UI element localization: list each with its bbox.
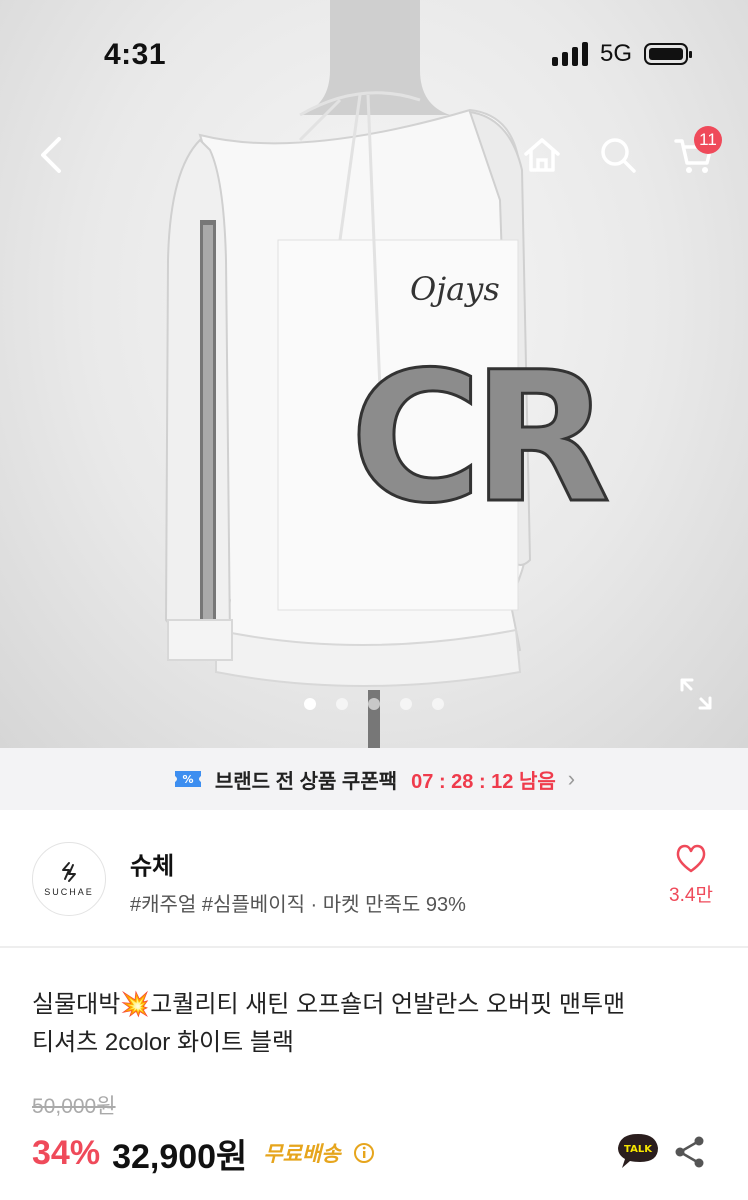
status-indicators: 5G — [551, 40, 692, 68]
discount-rate: 34% — [32, 1133, 101, 1172]
product-title: 실물대박💥고퀄리티 새틴 오프숄더 언발란스 오버핏 맨투맨 티셔츠 2colo… — [32, 986, 722, 1062]
heart-icon — [676, 844, 706, 873]
kakao-talk-icon[interactable]: TALK — [616, 1132, 660, 1172]
gallery-dot[interactable] — [368, 698, 380, 710]
price-row: 34% 32,900원 무료배송 — [32, 1130, 375, 1176]
home-icon — [524, 138, 560, 172]
shirt-script-text: Ojays — [410, 270, 500, 308]
share-icon[interactable] — [672, 1134, 708, 1170]
sale-price: 32,900원 — [112, 1137, 248, 1176]
gallery-dot[interactable] — [432, 698, 444, 710]
cart-count-badge: 11 — [694, 126, 722, 154]
free-shipping-label: 무료배송 — [263, 1143, 341, 1166]
product-title-line: 실물대박💥고퀄리티 새틴 오프숄더 언발란스 오버핏 맨투맨 — [32, 991, 626, 1018]
svg-text:%: % — [182, 773, 193, 786]
coupon-timer: 07 : 28 : 12 남음 — [411, 770, 556, 793]
chevron-left-icon — [41, 137, 61, 173]
like-button[interactable]: 3.4만 — [656, 844, 726, 914]
store-tags: #캐주얼 #심플베이직 · 마켓 만족도 93% — [130, 894, 466, 916]
home-button[interactable] — [512, 120, 572, 190]
signal-icon — [551, 42, 588, 66]
store-name[interactable]: 슈체 — [130, 846, 174, 881]
back-button[interactable] — [22, 120, 82, 190]
gallery-pagination — [0, 698, 748, 710]
gallery-dot[interactable] — [400, 698, 412, 710]
coupon-icon: % — [174, 771, 201, 787]
chevron-right-icon: › — [567, 766, 576, 791]
original-price: 50,000원 — [32, 1095, 116, 1118]
shirt-cr-letters: CR — [350, 334, 607, 543]
battery-icon — [644, 43, 692, 65]
store-logo[interactable]: SUCHAE — [32, 842, 106, 916]
top-nav: 11 — [0, 120, 748, 190]
cart-button[interactable]: 11 — [664, 120, 724, 190]
search-button[interactable] — [588, 120, 648, 190]
network-label: 5G — [599, 40, 632, 67]
gallery-dot[interactable] — [304, 698, 316, 710]
store-info[interactable]: SUCHAE 슈체 #캐주얼 #심플베이직 · 마켓 만족도 93% 3.4만 — [0, 810, 748, 948]
info-icon[interactable] — [353, 1142, 375, 1164]
expand-icon[interactable] — [676, 674, 716, 714]
gallery-dot[interactable] — [336, 698, 348, 710]
product-title-line: 티셔츠 2color 화이트 블랙 — [32, 1029, 295, 1056]
talk-label: TALK — [624, 1144, 653, 1155]
store-logo-text: SUCHAE — [44, 887, 94, 897]
product-image[interactable]: Ojays CR 4:31 5G 11 — [0, 0, 748, 748]
search-icon — [601, 138, 636, 173]
status-bar: 4:31 5G — [0, 0, 748, 110]
store-logo-mark-icon — [62, 862, 76, 882]
coupon-banner[interactable]: % 브랜드 전 상품 쿠폰팩 07 : 28 : 12 남음 › — [0, 748, 748, 810]
coupon-label: 브랜드 전 상품 쿠폰팩 — [214, 770, 398, 793]
product-photo: Ojays CR — [164, 0, 619, 748]
status-time: 4:31 — [104, 38, 167, 71]
like-count: 3.4만 — [669, 885, 713, 906]
